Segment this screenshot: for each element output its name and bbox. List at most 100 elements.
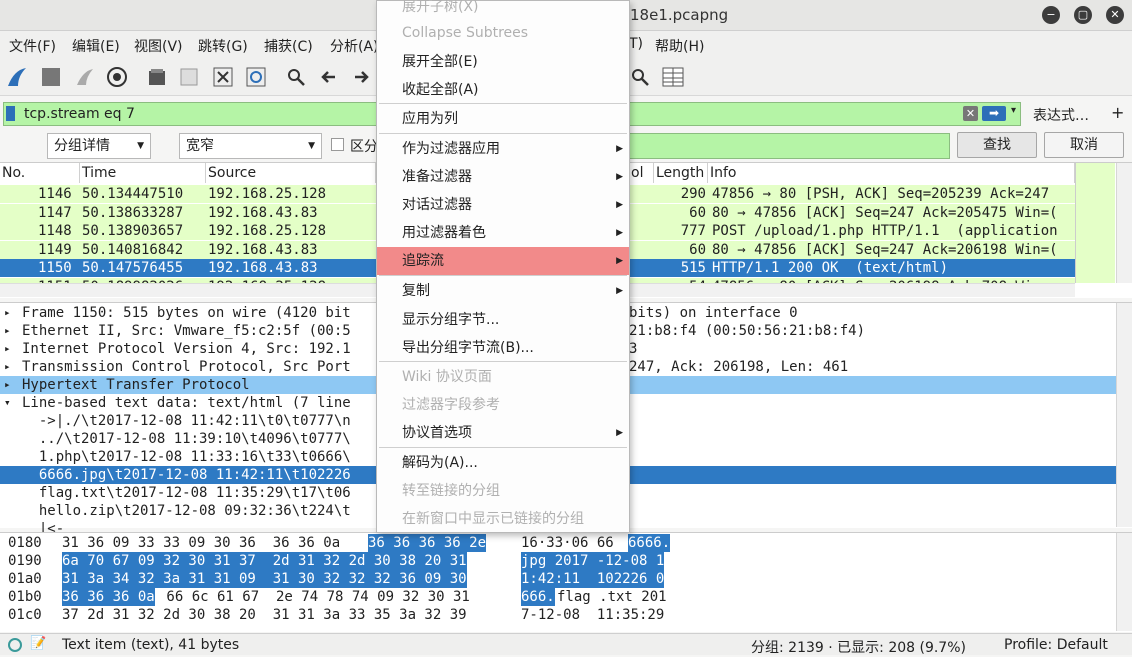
expand-arrow-icon[interactable]: ▸ [4, 304, 11, 322]
menu-item-label: Wiki 协议页面 [402, 369, 492, 385]
context-menu-item[interactable]: 收起全部(A) [377, 76, 629, 104]
context-menu-item[interactable]: 复制 ▶ [377, 277, 629, 305]
context-menu-item[interactable]: 对话过滤器 ▶ [377, 191, 629, 219]
detail-text: Line-based text data: text/html (7 line [22, 395, 351, 411]
hex-bytes-selected: 31 3a 34 32 3a 31 31 09 31 30 32 32 32 3… [62, 570, 467, 588]
find-button[interactable]: 查找 [957, 132, 1037, 158]
expand-arrow-icon[interactable]: ▸ [4, 322, 11, 340]
menu-item-label: 协议首选项 [402, 425, 472, 441]
menu-tools[interactable]: T) [629, 36, 643, 52]
menu-file[interactable]: 文件(F) [9, 36, 56, 56]
submenu-arrow-icon: ▶ [616, 172, 623, 182]
packet-source: 192.168.43.83 [208, 241, 318, 258]
col-header-time[interactable]: Time [80, 163, 206, 183]
bytes-scrollbar[interactable] [1116, 533, 1132, 631]
context-menu-item[interactable]: 展开全部(E) [377, 48, 629, 76]
col-header-protocol[interactable]: ol [629, 163, 654, 183]
packet-time: 50.134447510 [82, 186, 184, 202]
menu-go[interactable]: 跳转(G) [198, 36, 248, 56]
detail-text: flag.txt\t2017-12-08 11:35:29\t17\t06 [22, 485, 351, 501]
expand-arrow-icon[interactable]: ▸ [4, 358, 11, 376]
packet-minimap[interactable] [1075, 163, 1115, 283]
context-menu-item: Wiki 协议页面 [377, 363, 629, 391]
packet-info: POST /upload/1.php HTTP/1.1 (application [712, 223, 1058, 239]
charset-select[interactable]: 宽窄 ▼ [179, 133, 322, 159]
case-sensitive-checkbox[interactable] [331, 138, 344, 151]
search-in-select[interactable]: 分组详情 ▼ [47, 133, 151, 159]
submenu-arrow-icon: ▶ [616, 428, 623, 438]
save-file-icon[interactable] [178, 66, 200, 88]
find-input[interactable] [629, 133, 950, 159]
zoom-in-icon[interactable] [629, 66, 651, 88]
col-header-info[interactable]: Info [708, 163, 1075, 183]
charset-value: 宽窄 [186, 138, 214, 154]
col-header-length[interactable]: Length [654, 163, 708, 183]
shark-fin-start-icon[interactable] [6, 66, 28, 88]
maximize-icon[interactable]: ▢ [1074, 6, 1092, 24]
open-file-icon[interactable] [146, 66, 168, 88]
menu-analyze[interactable]: 分析(A) [330, 36, 379, 56]
context-menu-item[interactable]: 显示分组字节... [377, 306, 629, 334]
expand-arrow-icon[interactable]: ▸ [4, 376, 11, 394]
context-menu-item[interactable]: 用过滤器着色 ▶ [377, 219, 629, 247]
context-menu: 展开子树(X) Collapse Subtrees 展开全部(E) 收起全部(A) 应用… [376, 0, 630, 533]
profile-label[interactable]: Profile: Default [1004, 637, 1108, 653]
detail-text: 1.php\t2017-12-08 11:33:16\t33\t0666\ [22, 449, 351, 465]
packet-list-scrollbar[interactable] [1116, 163, 1132, 283]
packet-no: 1150 [38, 260, 72, 276]
col-header-source[interactable]: Source [206, 163, 376, 183]
capture-options-icon[interactable] [106, 66, 128, 88]
hex-ascii-selected: 1:42:11 102226 0 [521, 570, 665, 588]
details-scrollbar[interactable] [1116, 303, 1132, 527]
menu-help[interactable]: 帮助(H) [655, 36, 704, 56]
submenu-arrow-icon: ▶ [616, 144, 623, 154]
context-menu-item[interactable]: 作为过滤器应用 ▶ [377, 135, 629, 163]
menu-item-label: 收起全部(A) [402, 82, 479, 98]
collapse-arrow-icon[interactable]: ▾ [4, 394, 11, 412]
cancel-button[interactable]: 取消 [1044, 132, 1124, 158]
resize-columns-icon[interactable] [662, 66, 684, 88]
hex-bytes: 37 2d 31 32 2d 30 38 20 31 31 3a 33 35 3… [62, 607, 467, 623]
context-menu-item[interactable]: 导出分组字节流(B)... [377, 334, 629, 362]
go-back-icon[interactable] [318, 66, 340, 88]
expressions-button[interactable]: 表达式… [1033, 105, 1089, 125]
submenu-arrow-icon: ▶ [616, 256, 623, 266]
col-header-no[interactable]: No. [0, 163, 80, 183]
expand-arrow-icon[interactable]: ▸ [4, 340, 11, 358]
hex-bytes-selected: 6a 70 67 09 32 30 31 37 2d 31 32 2d 30 3… [62, 552, 467, 570]
close-file-icon[interactable] [212, 66, 234, 88]
edit-comment-icon[interactable]: 📝 [30, 636, 46, 651]
apply-filter-icon[interactable]: ➡ [982, 106, 1006, 121]
add-filter-button[interactable]: + [1111, 103, 1124, 122]
menu-capture[interactable]: 捕获(C) [264, 36, 313, 56]
reload-file-icon[interactable] [245, 66, 267, 88]
go-forward-icon[interactable] [350, 66, 372, 88]
minimize-icon[interactable]: − [1042, 6, 1060, 24]
bookmark-icon[interactable] [6, 106, 15, 121]
submenu-arrow-icon: ▶ [616, 200, 623, 210]
menu-item-label: 转至链接的分组 [402, 483, 500, 499]
packet-source: 192.168.25.128 [208, 186, 327, 202]
packet-info: 80 → 47856 [ACK] Seq=247 Ack=205475 Win=… [712, 204, 1058, 221]
context-menu-item[interactable]: 准备过滤器 ▶ [377, 163, 629, 191]
menu-item-label: 对话过滤器 [402, 197, 472, 213]
menu-view[interactable]: 视图(V) [134, 36, 183, 56]
menu-edit[interactable]: 编辑(E) [72, 36, 120, 56]
restart-capture-icon[interactable] [74, 66, 96, 88]
context-menu-item[interactable]: 追踪流 ▶ [377, 247, 629, 275]
context-menu-item[interactable]: 协议首选项 ▶ [377, 419, 629, 447]
expert-info-icon[interactable] [8, 638, 22, 652]
find-packet-icon[interactable] [285, 66, 307, 88]
menu-item-label: 用过滤器着色 [402, 225, 486, 241]
context-menu-item[interactable]: 解码为(A)... [377, 449, 629, 477]
filter-history-chevron-icon[interactable]: ▾ [1011, 105, 1016, 116]
context-menu-item[interactable]: 应用为列 [377, 105, 629, 133]
stop-capture-icon[interactable] [40, 66, 62, 88]
close-icon[interactable]: ✕ [1106, 6, 1124, 24]
detail-text: Frame 1150: 515 bytes on wire (4120 bit [22, 305, 351, 321]
chevron-down-icon: ▼ [308, 141, 315, 151]
detail-text: ../\t2017-12-08 11:39:10\t4096\t0777\ [22, 431, 351, 447]
hex-bytes-selected: 36 36 36 0a [62, 588, 155, 606]
clear-filter-icon[interactable]: ✕ [963, 106, 978, 121]
packet-time: 50.138903657 [82, 223, 184, 239]
